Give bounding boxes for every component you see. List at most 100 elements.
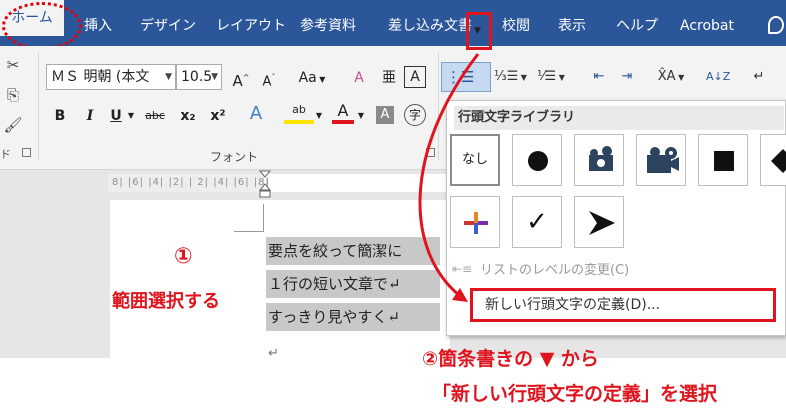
tab-insert[interactable]: 挿入	[84, 14, 112, 38]
clipboard-group-label: ド	[0, 148, 11, 161]
numbering-button[interactable]: ⅓☰ ▼	[494, 64, 527, 90]
font-group-label: フォント	[210, 150, 259, 164]
phonetic-guide-button[interactable]: 亜	[378, 66, 400, 90]
shrink-font-button[interactable]: Aˇ	[258, 66, 280, 90]
tab-mailings[interactable]: 差し込み文書	[388, 14, 472, 38]
four-point-star-icon	[464, 212, 488, 234]
tab-layout[interactable]: レイアウト	[216, 14, 286, 38]
checkmark-icon: ✓	[526, 207, 548, 237]
character-shading-icon: A	[380, 107, 390, 122]
tab-acrobat[interactable]: Acrobat	[680, 14, 734, 38]
sort-button[interactable]: A↓Z	[706, 64, 730, 90]
chevron-down-icon[interactable]: ▼	[356, 104, 366, 128]
filled-diamond-icon	[771, 149, 786, 173]
bullet-option-none[interactable]: なし	[450, 134, 500, 186]
show-marks-icon: ↵	[753, 69, 765, 84]
chevron-down-icon: ▼	[211, 72, 218, 82]
chevron-down-icon[interactable]: ▼	[474, 26, 481, 36]
increase-indent-button[interactable]: ⇥	[616, 64, 638, 90]
subscript-button[interactable]: x₂	[176, 104, 200, 128]
bullets-button[interactable]: ⋮☰	[441, 62, 491, 92]
document-line[interactable]: すっきり見やすく↵	[266, 303, 440, 331]
bullet-option-diamond[interactable]	[760, 134, 786, 186]
tab-design[interactable]: デザイン	[140, 14, 196, 38]
tab-help[interactable]: ヘルプ	[616, 14, 658, 38]
bullet-option-arrow[interactable]	[574, 196, 624, 248]
enclose-characters-button[interactable]: 字	[404, 104, 426, 126]
asian-layout-button[interactable]: X̂A ▼	[654, 64, 688, 90]
font-color-button[interactable]: A	[332, 102, 354, 124]
text-effects-button[interactable]: A	[244, 102, 268, 126]
font-size-value: 10.5	[181, 69, 213, 85]
ribbon-tab-bar: ホーム 挿入 デザイン レイアウト 参考資料 差し込み文書 校閲 表示 ヘルプ …	[0, 0, 786, 46]
format-painter-icon[interactable]: 🖌	[2, 114, 24, 136]
character-border-button[interactable]: A	[404, 66, 426, 88]
document-line[interactable]: 要点を絞って簡潔に	[266, 237, 440, 265]
multilevel-list-button[interactable]: ⅟☰ ▼	[534, 64, 568, 90]
ruler-margin-shade	[108, 174, 264, 192]
film-camera-icon	[647, 147, 679, 173]
decrease-indent-button[interactable]: ⇤	[588, 64, 610, 90]
tab-view[interactable]: 表示	[558, 14, 586, 38]
paragraph-mark: ↵	[268, 346, 279, 361]
highlight-button[interactable]: ab	[284, 102, 314, 124]
cut-icon[interactable]: ✂	[2, 54, 24, 76]
bullet-option-check[interactable]: ✓	[512, 196, 562, 248]
group-separator	[38, 52, 39, 160]
decrease-indent-icon: ⇤	[593, 69, 605, 84]
indent-marker-icon[interactable]	[259, 170, 271, 198]
arrowhead-icon	[589, 211, 615, 235]
bullet-option-picture1[interactable]	[574, 134, 624, 186]
bullet-option-circle[interactable]	[512, 134, 562, 186]
asian-layout-icon: X̂A	[657, 69, 676, 84]
page-margin-corner	[234, 204, 264, 232]
annotation-step1-number: ①	[174, 244, 193, 269]
annotation-step2-line2: 「新しい行頭文字の定義」を選択	[432, 383, 718, 405]
clear-format-button[interactable]: A	[348, 66, 370, 90]
filled-square-icon	[714, 151, 734, 171]
font-size-combo[interactable]: 10.5 ▼	[176, 64, 222, 90]
numbering-icon: ⅓☰	[494, 69, 519, 84]
copy-icon[interactable]: ⎘	[2, 84, 24, 106]
tab-references[interactable]: 参考資料	[300, 14, 356, 38]
tab-review[interactable]: 校閲	[502, 14, 530, 38]
bold-button[interactable]: B	[50, 104, 70, 128]
increase-indent-icon: ⇥	[621, 69, 633, 84]
define-new-bullet-menu-item[interactable]: 新しい行頭文字の定義(D)...	[470, 288, 776, 322]
picture-bullet-icon	[589, 146, 613, 171]
clipboard-launcher-icon[interactable]	[22, 148, 31, 157]
underline-button[interactable]: U	[106, 104, 126, 128]
grow-font-button[interactable]: A^	[230, 66, 252, 90]
chevron-down-icon[interactable]: ▼	[126, 104, 136, 128]
filled-circle-icon	[528, 151, 548, 171]
bullet-option-star[interactable]	[450, 196, 500, 248]
annotation-step1-text: 範囲選択する	[112, 291, 220, 312]
show-marks-button[interactable]: ↵	[748, 64, 770, 90]
grow-font-icon: A	[232, 72, 243, 90]
bullet-option-square[interactable]	[698, 134, 748, 186]
bullets-icon: ⋮☰	[446, 68, 475, 86]
italic-button[interactable]: I	[80, 104, 100, 128]
change-case-icon: Aa	[298, 70, 317, 86]
strikethrough-button[interactable]: abc	[140, 104, 170, 128]
change-list-level-menu-item[interactable]: リストのレベルの変更(C)	[450, 260, 784, 282]
font-launcher-icon[interactable]	[426, 148, 435, 157]
clear-format-icon: A	[354, 70, 364, 86]
document-line[interactable]: １行の短い文章で↵	[266, 270, 440, 298]
highlight-icon: ab	[292, 103, 306, 116]
multilevel-list-icon: ⅟☰	[537, 69, 557, 84]
change-case-button[interactable]: Aa ▼	[294, 66, 330, 90]
superscript-button[interactable]: x²	[206, 104, 230, 128]
annotation-step2-line1: ②箇条書きの ▼ から	[422, 348, 599, 370]
chevron-down-icon: ▼	[165, 72, 172, 82]
sort-icon: A↓Z	[706, 70, 731, 83]
font-name-combo[interactable]: ＭＳ 明朝 (本文 ▼	[46, 64, 176, 90]
character-shading-button[interactable]: A	[376, 106, 394, 124]
lightbulb-icon[interactable]	[768, 16, 784, 34]
enclose-characters-icon: 字	[408, 108, 421, 122]
text-effects-icon: A	[249, 103, 263, 124]
phonetic-guide-icon: 亜	[382, 70, 396, 86]
character-border-icon: A	[410, 69, 420, 85]
chevron-down-icon[interactable]: ▼	[314, 104, 324, 128]
bullet-option-picture2[interactable]	[636, 134, 686, 186]
